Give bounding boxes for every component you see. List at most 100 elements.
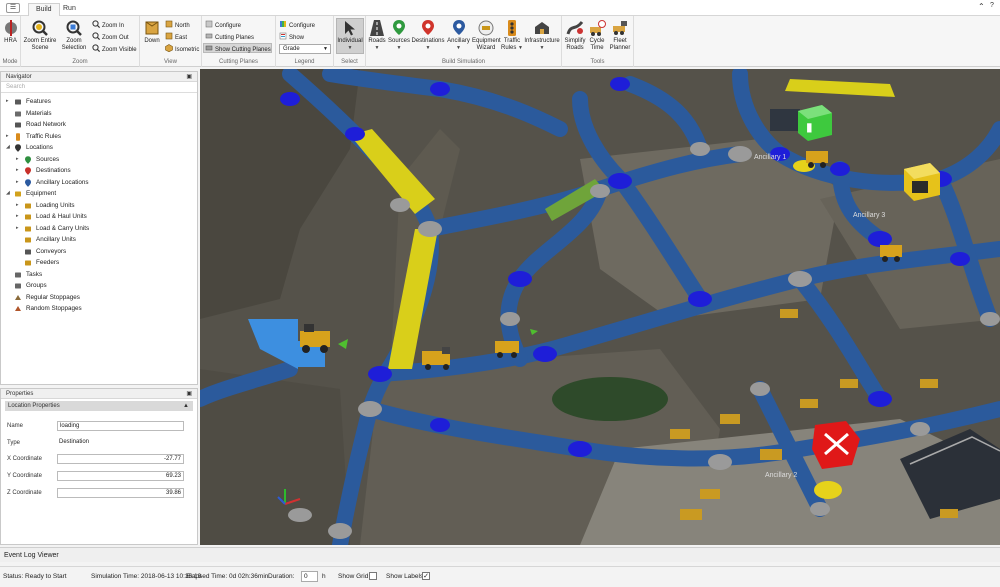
expanded-caret-icon[interactable]: ◢ — [6, 142, 10, 154]
show-legend-button[interactable]: Show — [278, 32, 304, 42]
simplify-roads-button[interactable]: Simplify Roads — [564, 19, 586, 51]
app-menu-button[interactable]: ☰ — [6, 3, 20, 13]
show-labels-checkbox[interactable]: ✓ — [422, 572, 430, 580]
legend-select[interactable]: Grade ▼ — [279, 44, 331, 54]
tree-item-label: Sources — [36, 155, 60, 163]
tree-item-road-network[interactable]: Road Network — [1, 119, 197, 131]
tree-item-regular-stoppages[interactable]: Regular Stoppages — [1, 292, 197, 304]
tree-item-label: Load & Haul Units — [36, 213, 87, 220]
collapsed-caret-icon[interactable]: ▸ — [16, 154, 19, 166]
view-isometric-button[interactable]: Isometric — [164, 44, 199, 54]
tab-build[interactable]: Build — [28, 3, 60, 16]
individual-select-button[interactable]: Individual ▼ — [336, 18, 364, 54]
tree-item-conveyors[interactable]: Conveyors — [1, 246, 197, 258]
tree-item-label: Ancillary Units — [36, 236, 76, 243]
pin-icon[interactable]: ▣ — [186, 389, 192, 399]
collapsed-caret-icon[interactable]: ▸ — [6, 96, 9, 108]
view-east-button[interactable]: East — [164, 32, 187, 42]
tree-item-loading-units[interactable]: ▸ Loading Units — [1, 200, 197, 212]
sources-button[interactable]: Sources ▼ — [387, 19, 411, 51]
expanded-caret-icon[interactable]: ◢ — [6, 188, 10, 200]
random-stoppages-icon — [15, 306, 21, 311]
properties-panel: Properties ▣ Location Properties ▲ Name … — [0, 388, 198, 545]
zoom-in-button[interactable]: Zoom In — [91, 20, 124, 30]
navigator-header: Navigator ▣ — [1, 72, 197, 82]
collapsed-caret-icon[interactable]: ▸ — [16, 177, 19, 189]
chevron-down-icon: ▼ — [396, 44, 402, 51]
cube-north-icon — [165, 20, 173, 28]
road-icon — [370, 20, 384, 36]
group-zoom: Zoom Entire Scene Zoom Selection Zoom In Z… — [21, 16, 140, 67]
tree-item-materials[interactable]: Materials — [1, 108, 197, 120]
cycle-time-button[interactable]: Cycle Time — [586, 19, 608, 51]
tree-item-ancillary-locations[interactable]: ▸ Ancillary Locations — [1, 177, 197, 189]
tree-item-label: Random Stoppages — [26, 305, 82, 312]
tab-run[interactable]: Run — [56, 3, 83, 16]
traffic-rules-button[interactable]: Traffic Rules ▼ — [500, 19, 524, 51]
zoom-visible-button[interactable]: Zoom Visible — [91, 44, 137, 54]
configure-legend-button[interactable]: Configure — [278, 20, 315, 30]
tree-item-sources[interactable]: ▸ Sources — [1, 154, 197, 166]
x-coordinate-field[interactable]: -27.77 — [57, 454, 184, 464]
collapsed-caret-icon[interactable]: ▸ — [16, 200, 19, 212]
tree-item-groups[interactable]: Groups — [1, 280, 197, 292]
ancillary-button[interactable]: Ancillary ▼ — [445, 19, 472, 51]
infrastructure-button[interactable]: Infrastructure ▼ — [524, 19, 560, 51]
tree-item-destinations[interactable]: ▸ Destinations — [1, 165, 197, 177]
show-cutting-planes-toggle[interactable]: Show Cutting Planes — [203, 43, 272, 53]
tree-item-label: Conveyors — [36, 247, 67, 255]
view-north-button[interactable]: North — [164, 20, 190, 30]
ribbon: HRA Mode Zoom Entire Scene Zoom Selection … — [0, 16, 1000, 67]
event-log-viewer[interactable]: Event Log Viewer — [0, 547, 1000, 562]
collapsed-caret-icon[interactable]: ▸ — [16, 165, 19, 177]
tree-item-load-haul-units[interactable]: ▸ Load & Haul Units — [1, 211, 197, 223]
tree-item-feeders[interactable]: Feeders — [1, 257, 197, 269]
destination-pin-icon — [422, 20, 434, 35]
chevron-down-icon: ▼ — [374, 44, 380, 51]
view-down-button[interactable]: Down — [142, 19, 162, 45]
tree-item-locations[interactable]: ◢ Locations — [1, 142, 197, 154]
duration-stepper[interactable]: 0 — [301, 571, 318, 582]
chevron-down-icon: ▼ — [323, 46, 328, 52]
group-view: Down North East Isometric View — [140, 16, 202, 67]
z-coordinate-label: Z Coordinate — [7, 490, 42, 496]
conveyor-icon — [25, 249, 31, 254]
navigator-search-input[interactable]: Search — [1, 82, 197, 93]
zoom-out-button[interactable]: Zoom Out — [91, 32, 129, 42]
group-mode: HRA Mode — [0, 16, 21, 67]
pin-icon[interactable]: ▣ — [186, 72, 192, 82]
cutting-planes-button[interactable]: Cutting Planes — [204, 32, 254, 42]
tree-item-random-stoppages[interactable]: Random Stoppages — [1, 303, 197, 315]
z-coordinate-field[interactable]: 39.86 — [57, 488, 184, 498]
zoom-entire-scene-button[interactable]: Zoom Entire Scene — [23, 19, 57, 51]
tree-item-ancillary-units[interactable]: Ancillary Units — [1, 234, 197, 246]
show-grid-checkbox[interactable] — [369, 572, 377, 580]
zoom-selection-button[interactable]: Zoom Selection — [59, 19, 89, 51]
tree-item-tasks[interactable]: Tasks — [1, 269, 197, 281]
ancillary-3-marker[interactable] — [904, 163, 940, 201]
chevron-down-icon: ▼ — [518, 44, 523, 51]
tree-item-equipment[interactable]: ◢ Equipment — [1, 188, 197, 200]
3d-viewport[interactable]: ▮ Ancillary 1 Ancillary 3 Ancillary 2 — [200, 69, 1000, 545]
fleet-planner-button[interactable]: Fleet Planner — [608, 19, 632, 51]
hra-button[interactable]: HRA — [1, 19, 20, 45]
collapse-icon[interactable]: ▲ — [183, 401, 189, 411]
collapse-ribbon-icon[interactable]: ⌃ — [978, 2, 985, 11]
scene-canvas[interactable]: ▮ Ancillary 1 Ancillary 3 Ancillary 2 — [200, 69, 1000, 545]
tree-item-load-carry-units[interactable]: ▸ Load & Carry Units — [1, 223, 197, 235]
collapsed-caret-icon[interactable]: ▸ — [16, 211, 19, 223]
y-coordinate-field[interactable]: 69.23 — [57, 471, 184, 481]
collapsed-caret-icon[interactable]: ▸ — [6, 131, 9, 143]
tree-item-traffic-rules[interactable]: ▸ Traffic Rules — [1, 131, 197, 143]
destinations-button[interactable]: Destinations ▼ — [411, 19, 445, 51]
location-properties-section[interactable]: Location Properties ▲ — [5, 401, 193, 411]
collapsed-caret-icon[interactable]: ▸ — [16, 223, 19, 235]
cutting-plane-icon — [205, 33, 213, 39]
navigator-panel: Navigator ▣ Search ▸ Features Materials Roa… — [0, 71, 198, 385]
roads-button[interactable]: Roads ▼ — [367, 19, 387, 51]
tree-item-features[interactable]: ▸ Features — [1, 96, 197, 108]
help-icon[interactable]: ? — [990, 2, 994, 9]
equipment-wizard-button[interactable]: Equipment Wizard — [472, 19, 501, 51]
configure-cutting-planes-button[interactable]: Configure — [204, 20, 241, 30]
name-field[interactable]: loading — [57, 421, 184, 431]
